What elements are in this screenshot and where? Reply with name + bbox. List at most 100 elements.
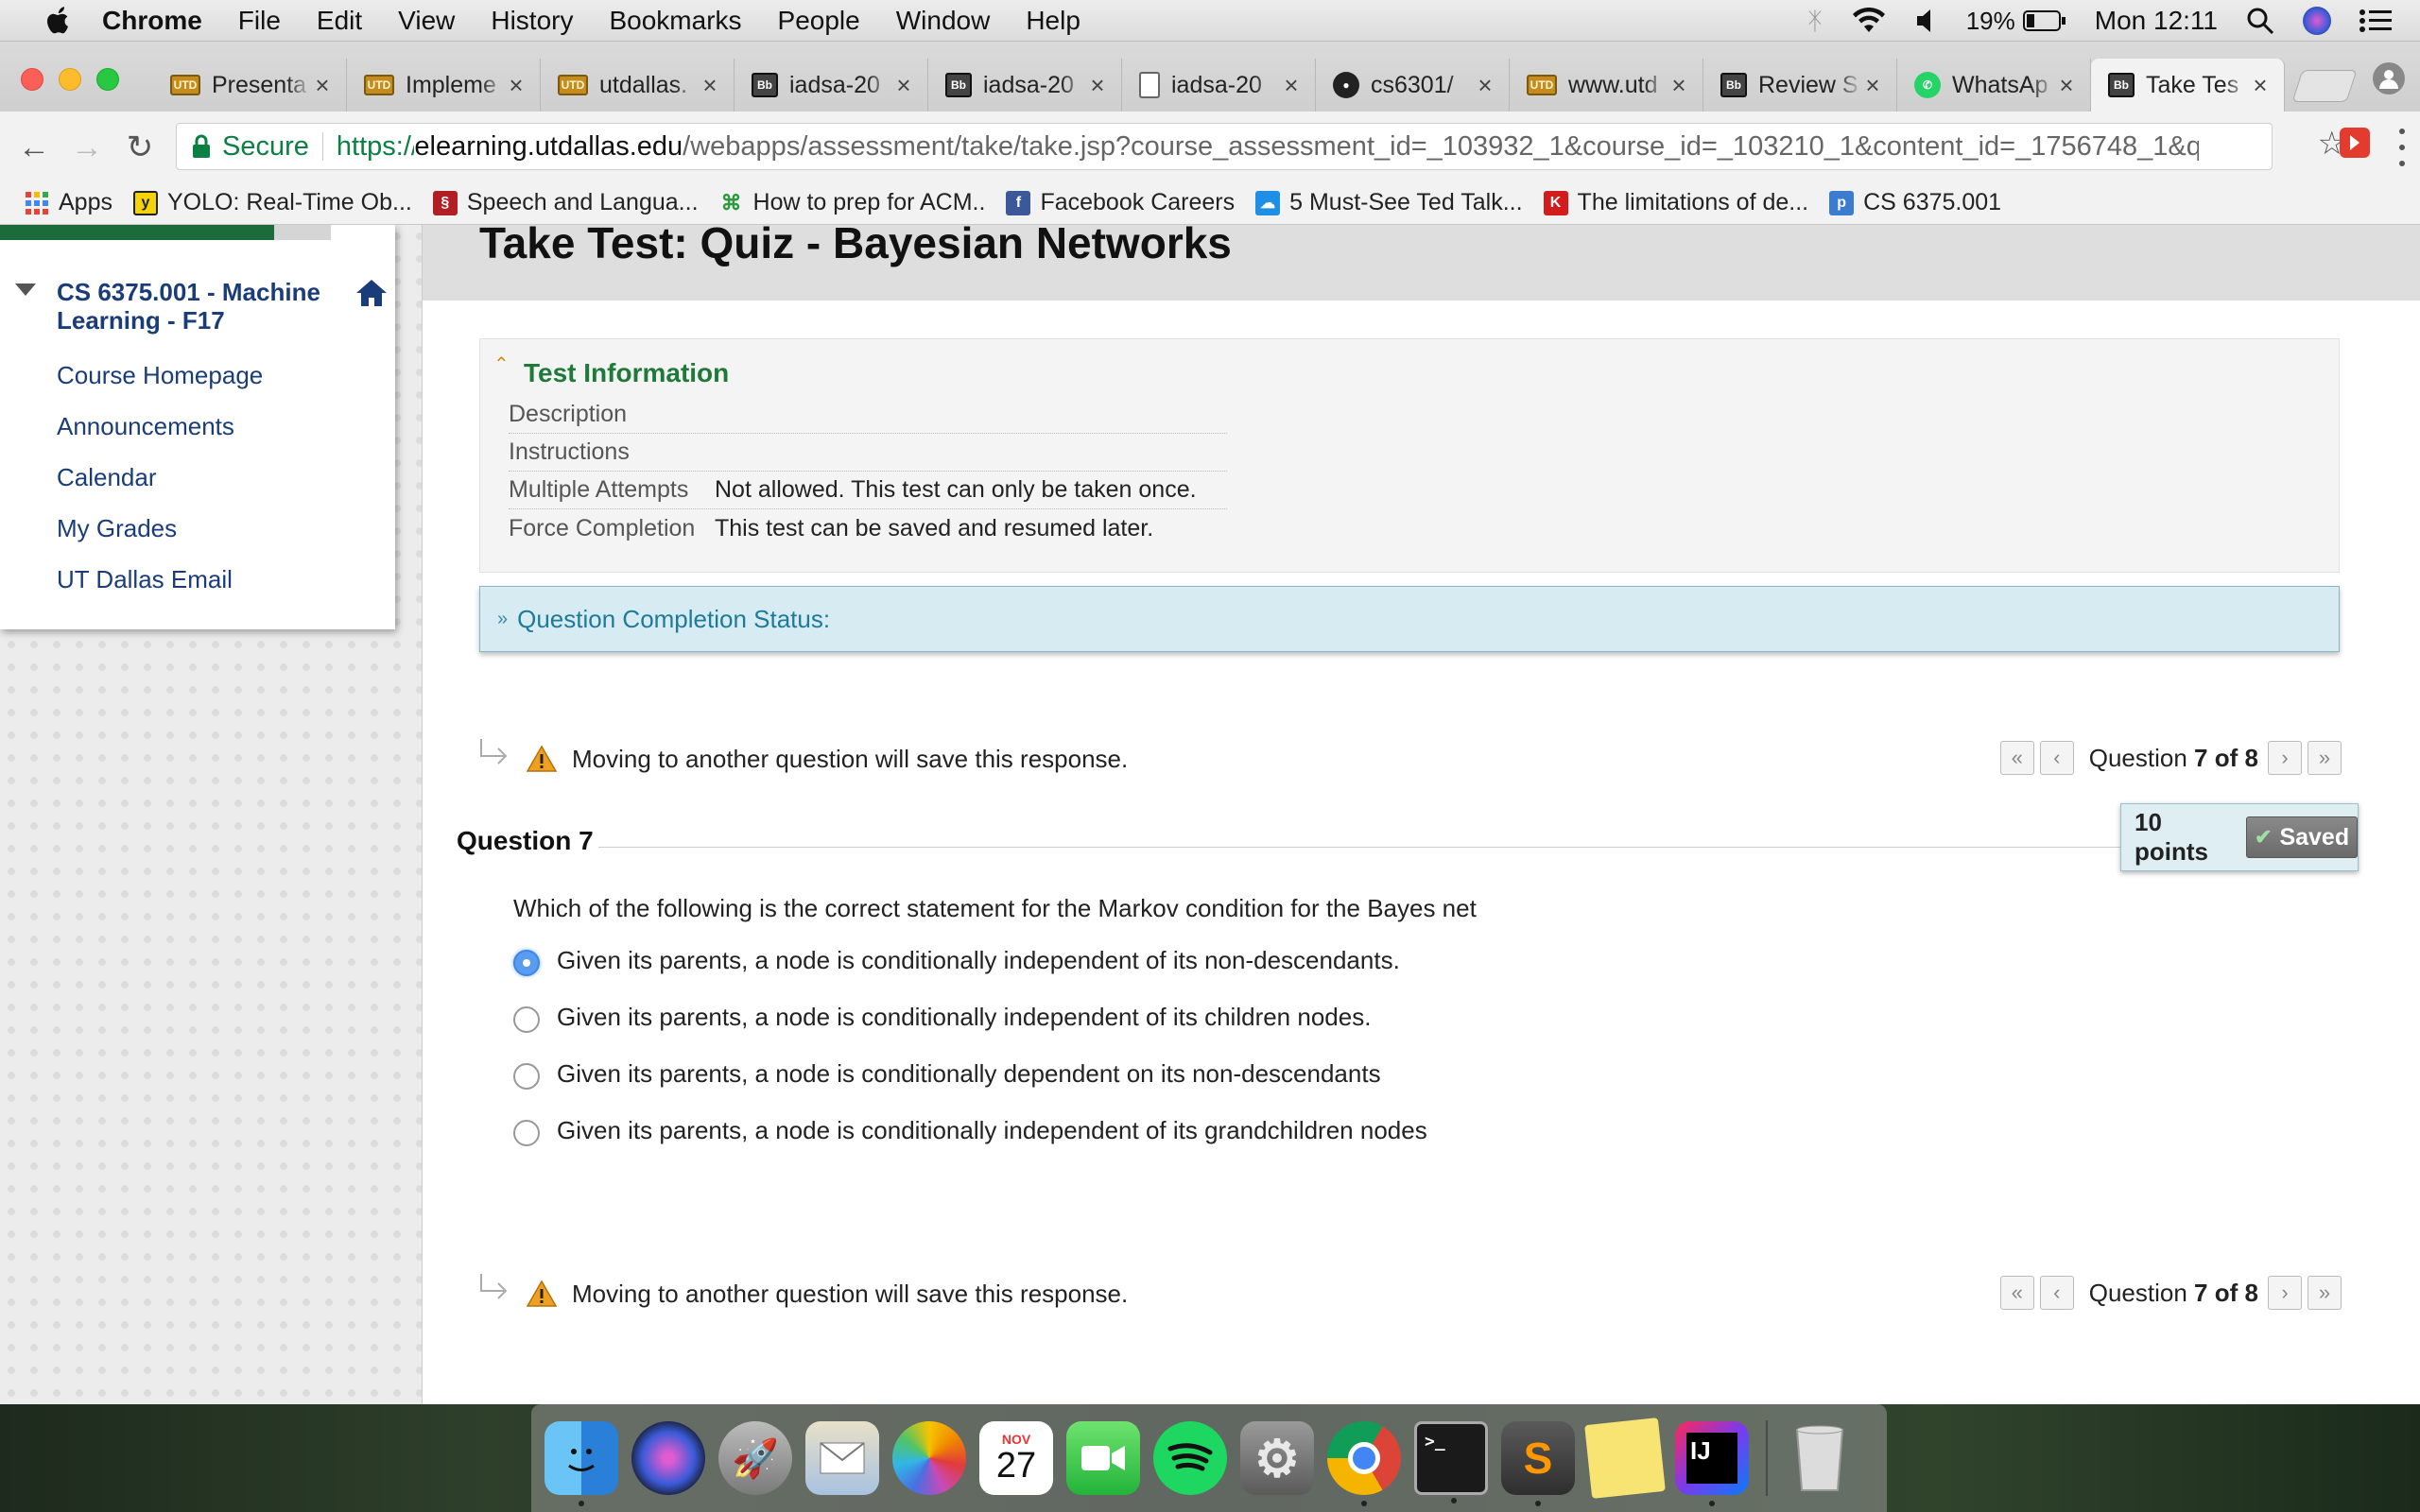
window-zoom-button[interactable] [96,68,119,91]
question-completion-status[interactable]: » Question Completion Status: [479,586,2340,652]
url-text[interactable]: https:// elearning.utdallas.edu /webapps… [337,131,2199,163]
close-icon[interactable]: × [1475,71,1495,100]
chrome-icon[interactable] [1327,1421,1401,1506]
menubar-clock[interactable]: Mon 12:11 [2095,6,2218,36]
answer-option-label[interactable]: Given its parents, a node is conditional… [557,1116,1427,1145]
bookmark-speech-language[interactable]: § Speech and Langua... [432,189,699,216]
tab[interactable]: iadsa-20 × [1122,59,1316,112]
calendar-link[interactable]: Calendar [57,463,157,492]
volume-icon[interactable] [1915,8,1938,34]
reload-icon[interactable]: ↻ [121,129,159,166]
finder-icon[interactable] [544,1421,618,1506]
close-icon[interactable]: × [2250,71,2271,100]
photos-icon[interactable] [892,1421,966,1495]
tab[interactable]: UTD www.utd × [1510,59,1703,112]
test-information-heading[interactable]: Test Information [524,358,729,388]
terminal-icon[interactable]: >_ [1414,1421,1488,1503]
facetime-icon[interactable] [1066,1421,1140,1495]
bookmark-cs6375[interactable]: p CS 6375.001 [1829,189,2001,216]
forward-arrow-icon[interactable]: → [68,129,106,166]
tab[interactable]: Bb iadsa-20 × [928,59,1122,112]
bookmark-limitations[interactable]: K The limitations of de... [1543,189,1808,216]
collapse-caret-icon[interactable]: ⌃ [493,352,510,376]
bookmark-acm-prep[interactable]: ⌘ How to prep for ACM.. [719,189,986,216]
address-bar[interactable]: Secure https:// elearning.utdallas.edu /… [176,123,2273,170]
answer-option[interactable]: Given its parents, a node is conditional… [513,1055,1381,1092]
radio-button[interactable] [513,1120,540,1146]
sublime-text-icon[interactable]: S [1501,1421,1575,1506]
menu-app-name[interactable]: Chrome [102,6,202,36]
answer-option-label[interactable]: Given its parents, a node is conditional… [557,946,1400,975]
chrome-menu-icon[interactable] [2397,129,2407,166]
next-question-button[interactable]: › [2268,741,2302,775]
ut-dallas-email-link[interactable]: UT Dallas Email [57,565,233,594]
tab[interactable]: UTD Presenta × [153,59,347,112]
tab[interactable]: UTD Impleme × [347,59,541,112]
menu-edit[interactable]: Edit [317,6,362,36]
first-question-button[interactable]: « [1999,741,2034,775]
calendar-icon[interactable]: NOV 27 [979,1421,1053,1495]
new-tab-button[interactable] [2291,70,2358,102]
mail-icon[interactable] [805,1421,879,1495]
launchpad-rocket-icon[interactable]: 🚀 [718,1421,792,1495]
siri-icon[interactable] [2303,7,2331,35]
answer-option[interactable]: Given its parents, a node is conditional… [513,941,1400,979]
stickies-icon[interactable] [1584,1418,1666,1499]
saved-button[interactable]: ✔ Saved [2246,816,2358,858]
menu-history[interactable]: History [491,6,573,36]
bookmark-yolo[interactable]: y YOLO: Real-Time Ob... [132,189,412,216]
radio-button[interactable] [513,1006,540,1033]
tab[interactable]: Bb Review S × [1703,59,1897,112]
trash-icon[interactable] [1783,1421,1857,1495]
bluetooth-icon[interactable]: ᛡ [1807,7,1823,36]
answer-option-label[interactable]: Given its parents, a node is conditional… [557,1059,1381,1089]
apple-logo-icon[interactable] [38,2,76,40]
first-question-button[interactable]: « [1999,1276,2034,1310]
my-grades-link[interactable]: My Grades [57,514,177,543]
menu-people[interactable]: People [778,6,860,36]
window-close-button[interactable] [21,68,43,91]
bookmark-apps[interactable]: Apps [25,189,112,216]
extension-icon[interactable] [2339,127,2375,163]
intellij-idea-icon[interactable]: IJ [1675,1421,1749,1506]
tab-active[interactable]: Bb Take Tes × [2091,59,2285,112]
notification-center-icon[interactable] [2360,9,2392,33]
answer-option[interactable]: Given its parents, a node is conditional… [513,998,1371,1036]
bookmark-ted-talks[interactable]: ☁ 5 Must-See Ted Talk... [1255,189,1523,216]
close-icon[interactable]: × [1281,71,1302,100]
tab[interactable]: ● cs6301/ × [1316,59,1510,112]
battery-icon[interactable] [2022,9,2066,32]
radio-button[interactable] [513,1063,540,1090]
home-icon[interactable] [355,278,388,308]
last-question-button[interactable]: » [2308,1276,2342,1310]
siri-icon[interactable] [631,1421,705,1495]
answer-option-label[interactable]: Given its parents, a node is conditional… [557,1003,1371,1032]
spotlight-search-icon[interactable] [2246,7,2274,35]
tab[interactable]: Bb iadsa-20 × [735,59,928,112]
menu-window[interactable]: Window [896,6,991,36]
course-title-link[interactable]: CS 6375.001 - Machine Learning - F17 [57,278,340,335]
radio-button-selected[interactable] [513,950,540,976]
window-minimize-button[interactable] [59,68,81,91]
answer-option[interactable]: Given its parents, a node is conditional… [513,1111,1427,1149]
last-question-button[interactable]: » [2308,741,2342,775]
previous-question-button[interactable]: ‹ [2039,741,2074,775]
back-arrow-icon[interactable]: ← [15,129,53,166]
announcements-link[interactable]: Announcements [57,412,234,441]
spotify-icon[interactable] [1153,1421,1227,1495]
tab[interactable]: ✆ WhatsAp × [1897,59,2091,112]
bookmark-facebook-careers[interactable]: f Facebook Careers [1006,189,1235,216]
previous-question-button[interactable]: ‹ [2039,1276,2074,1310]
menu-file[interactable]: File [238,6,281,36]
next-question-button[interactable]: › [2268,1276,2302,1310]
course-homepage-link[interactable]: Course Homepage [57,361,263,390]
close-icon[interactable]: × [1668,71,1689,100]
system-preferences-gear-icon[interactable]: ⚙ [1240,1421,1314,1495]
close-icon[interactable]: × [312,71,333,100]
collapse-caret-icon[interactable] [15,284,36,296]
close-icon[interactable]: × [1087,71,1108,100]
tab[interactable]: UTD utdallas. × [541,59,735,112]
menu-view[interactable]: View [398,6,455,36]
close-icon[interactable]: × [1862,71,1883,100]
close-icon[interactable]: × [893,71,914,100]
